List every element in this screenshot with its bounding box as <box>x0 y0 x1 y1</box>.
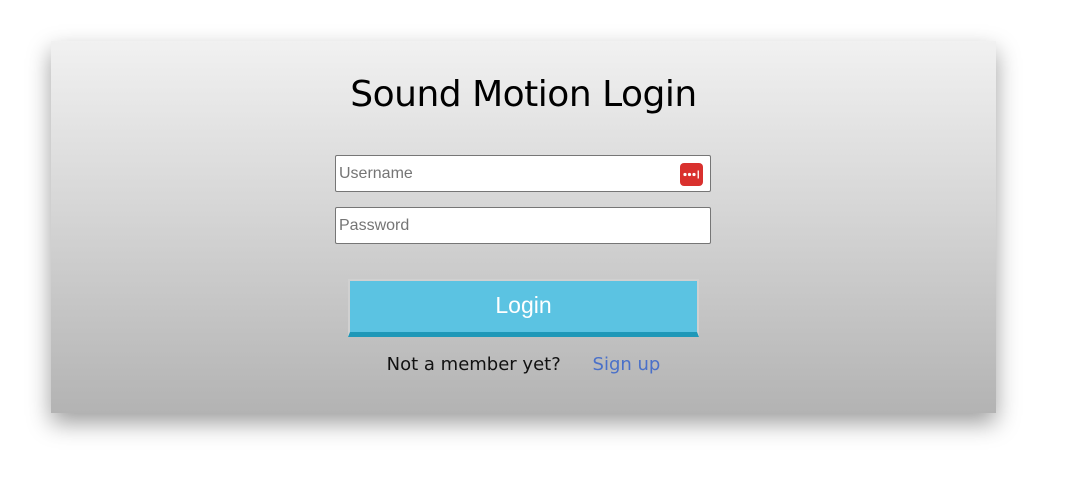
password-manager-icon[interactable] <box>680 163 703 186</box>
username-input[interactable] <box>337 157 669 190</box>
signup-prompt: Not a member yet? <box>386 354 561 375</box>
password-input[interactable] <box>337 209 669 242</box>
signup-row: Not a member yet? Sign up <box>51 354 996 375</box>
signup-link[interactable]: Sign up <box>593 354 661 375</box>
login-card: Sound Motion Login Login Not a member ye… <box>51 41 996 413</box>
password-field-wrapper <box>335 207 711 244</box>
login-button[interactable]: Login <box>348 279 699 337</box>
username-field-wrapper <box>335 155 711 192</box>
page-title: Sound Motion Login <box>350 74 697 115</box>
